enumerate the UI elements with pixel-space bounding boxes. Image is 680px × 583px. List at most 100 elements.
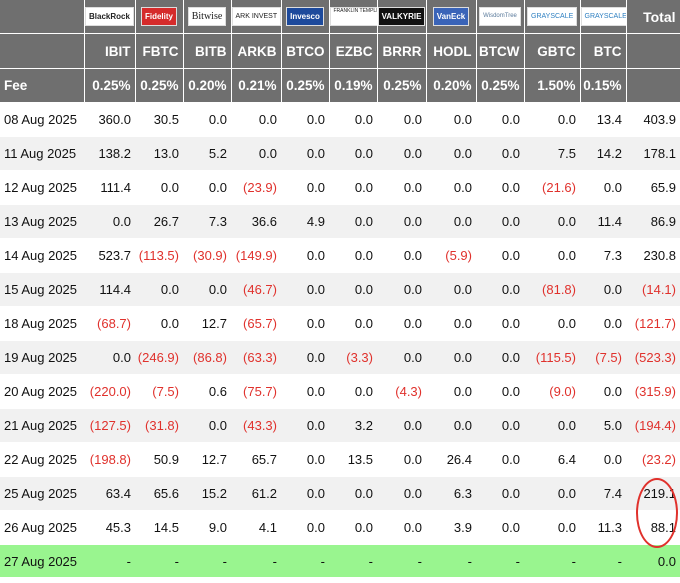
flow-cell: 0.0 [183, 408, 231, 443]
flow-cell: 0.0 [135, 272, 183, 307]
flow-cell: 0.0 [84, 340, 135, 375]
wisdomtree-logo: WisdomTree [479, 7, 521, 26]
fee-total-blank [626, 68, 680, 103]
flow-cell: 0.0 [476, 102, 524, 137]
flow-cell: 14.5 [135, 510, 183, 545]
date-cell: 25 Aug 2025 [0, 476, 84, 511]
flow-cell: - [135, 544, 183, 578]
flow-cell: 12.7 [183, 442, 231, 477]
flow-cell: 14.2 [580, 136, 626, 171]
ticker-total-blank [626, 33, 680, 69]
date-cell: 20 Aug 2025 [0, 374, 84, 409]
flow-cell: 0.0 [281, 442, 329, 477]
flow-cell: (5.9) [426, 238, 476, 273]
flow-cell: 0.0 [426, 170, 476, 205]
ticker-btc: BTC [580, 33, 627, 69]
fee-btc: 0.15% [580, 68, 627, 103]
flow-cell: 0.0 [426, 136, 476, 171]
flow-cell: 0.0 [580, 170, 626, 205]
flow-cell: 0.0 [377, 340, 426, 375]
ticker-fbtc: FBTC [135, 33, 184, 69]
flow-cell: 12.7 [183, 306, 231, 341]
flow-cell: 13.0 [135, 136, 183, 171]
etf-flow-table-container: BlackRock Fidelity Bitwise ARK INVEST In… [0, 0, 680, 583]
flow-cell: 0.0 [426, 272, 476, 307]
flow-cell: 0.0 [426, 374, 476, 409]
table-row: 12 Aug 2025 111.4 0.0 0.0 (23.9) 0.0 0.0 0.0 0.0… [0, 170, 680, 205]
flow-cell: 7.3 [580, 238, 626, 273]
flow-cell: (4.3) [377, 374, 426, 409]
flow-cell: 0.0 [476, 238, 524, 273]
fee-bitb: 0.20% [183, 68, 232, 103]
highlighted-row: 27 Aug 2025- - - - - - - - - - -0.0 [0, 544, 680, 578]
table-row: 20 Aug 2025 (220.0) (7.5) 0.6 (75.7) 0.0 0.0 (4… [0, 374, 680, 409]
flow-cell: (198.8) [84, 442, 135, 477]
table-row: 08 Aug 2025 360.0 30.5 0.0 0.0 0.0 0.0 0.0 0.0 0.… [0, 102, 680, 137]
ticker-hodl: HODL [426, 33, 477, 69]
flow-cell: (63.3) [231, 340, 281, 375]
flow-cell: 0.0 [580, 374, 626, 409]
total-cell: 403.9 [626, 102, 680, 137]
flow-cell: 0.0 [281, 476, 329, 511]
ticker-btco: BTCO [281, 33, 330, 69]
table-row: 15 Aug 2025 114.4 0.0 0.0 (46.7) 0.0 0.0 0.0 0.0… [0, 272, 680, 307]
ticker-brrr: BRRR [377, 33, 427, 69]
flow-cell: 0.0 [281, 340, 329, 375]
flow-cell: 0.0 [281, 102, 329, 137]
flow-cell: 0.0 [476, 442, 524, 477]
flow-cell: 11.4 [580, 204, 626, 239]
flow-cell: 61.2 [231, 476, 281, 511]
fee-btco: 0.25% [281, 68, 330, 103]
flow-cell: 0.0 [377, 408, 426, 443]
corner-cell [0, 0, 85, 34]
flow-cell: (31.8) [135, 408, 183, 443]
flow-cell: 0.0 [580, 272, 626, 307]
flow-cell: 0.0 [377, 136, 426, 171]
flow-cell: - [426, 544, 476, 578]
flow-cell: 50.9 [135, 442, 183, 477]
fee-btcw: 0.25% [476, 68, 525, 103]
flow-cell: 3.9 [426, 510, 476, 545]
flow-cell: 0.0 [426, 340, 476, 375]
flow-cell: 0.0 [329, 272, 377, 307]
flow-cell: 0.0 [476, 476, 524, 511]
flow-cell: (220.0) [84, 374, 135, 409]
flow-cell: 0.0 [377, 204, 426, 239]
flow-cell: 0.0 [524, 204, 580, 239]
flow-cell: 0.0 [426, 102, 476, 137]
flow-cell: 0.0 [476, 272, 524, 307]
date-cell: 22 Aug 2025 [0, 442, 84, 477]
flow-cell: - [476, 544, 524, 578]
fee-row: Fee 0.25% 0.25% 0.20% 0.21% 0.25% 0.19% … [0, 68, 680, 103]
flow-cell: 0.0 [524, 476, 580, 511]
flow-cell: 0.0 [476, 374, 524, 409]
total-cell: 230.8 [626, 238, 680, 273]
total-cell: 88.1 [626, 510, 680, 545]
fee-arkb: 0.21% [231, 68, 282, 103]
date-cell: 08 Aug 2025 [0, 102, 84, 137]
flow-cell: - [231, 544, 281, 578]
flow-cell: 4.1 [231, 510, 281, 545]
flow-cell: 0.0 [231, 102, 281, 137]
ticker-ezbc: EZBC [329, 33, 378, 69]
flow-cell: 6.3 [426, 476, 476, 511]
ticker-corner [0, 33, 85, 69]
flow-cell: 0.0 [476, 136, 524, 171]
valkyrie-logo: VALKYRIE [377, 7, 425, 26]
flow-cell: 0.0 [377, 510, 426, 545]
flow-cell: 0.0 [580, 306, 626, 341]
fee-label: Fee [0, 68, 85, 103]
flow-cell: 0.0 [377, 102, 426, 137]
flow-cell: 6.4 [524, 442, 580, 477]
flow-cell: 36.6 [231, 204, 281, 239]
flow-cell: 0.0 [281, 272, 329, 307]
etf-flow-table: BlackRock Fidelity Bitwise ARK INVEST In… [0, 0, 680, 578]
flow-cell: 111.4 [84, 170, 135, 205]
grayscale-logo: GRAYSCALE [527, 7, 577, 26]
table-row: 21 Aug 2025 (127.5) (31.8) 0.0 (43.3) 0.0 3.2 0… [0, 408, 680, 443]
vaneck-logo: VanEck [432, 7, 470, 26]
flow-cell: 0.0 [183, 102, 231, 137]
flow-cell: 0.0 [329, 476, 377, 511]
flow-cell: 0.0 [426, 204, 476, 239]
fee-ezbc: 0.19% [329, 68, 378, 103]
